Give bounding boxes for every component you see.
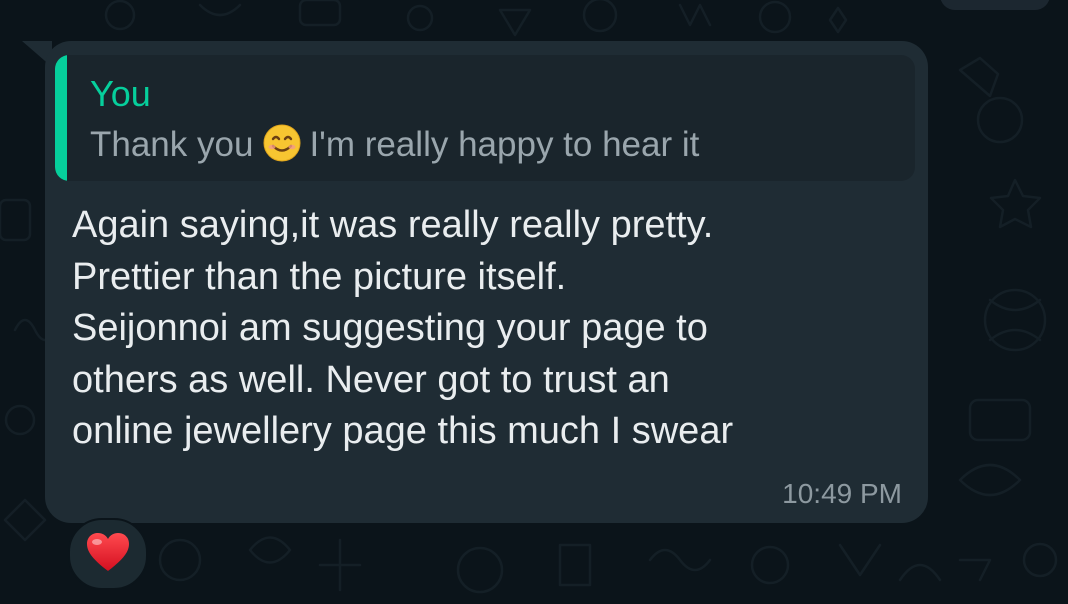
red-heart-icon — [85, 531, 131, 578]
message-line: online jewellery page this much I swear — [72, 410, 734, 452]
message-text: Again saying,it was really really pretty… — [72, 200, 912, 458]
quote-text-start: Thank you — [90, 125, 254, 164]
message-line: Prettier than the picture itself. — [72, 255, 567, 298]
quoted-reply[interactable]: You Thank you I'm really happy to hear i… — [55, 55, 915, 181]
quote-accent-bar — [55, 55, 67, 181]
quote-text-end: I'm really happy to hear it — [309, 125, 700, 164]
quote-text: Thank you I'm really happy to hear it — [90, 124, 699, 172]
quote-author: You — [90, 73, 151, 114]
message-line: others as well. Never got to trust an — [72, 358, 670, 401]
message-timestamp: 10:49 PM — [782, 478, 902, 509]
reaction-badge[interactable] — [68, 518, 148, 590]
message-line: Seijonnoi am suggesting your page to — [72, 307, 708, 349]
message-line: Again saying,it was really really pretty… — [72, 204, 714, 246]
scroll-pill — [940, 0, 1050, 10]
smiling-face-icon — [263, 124, 301, 172]
